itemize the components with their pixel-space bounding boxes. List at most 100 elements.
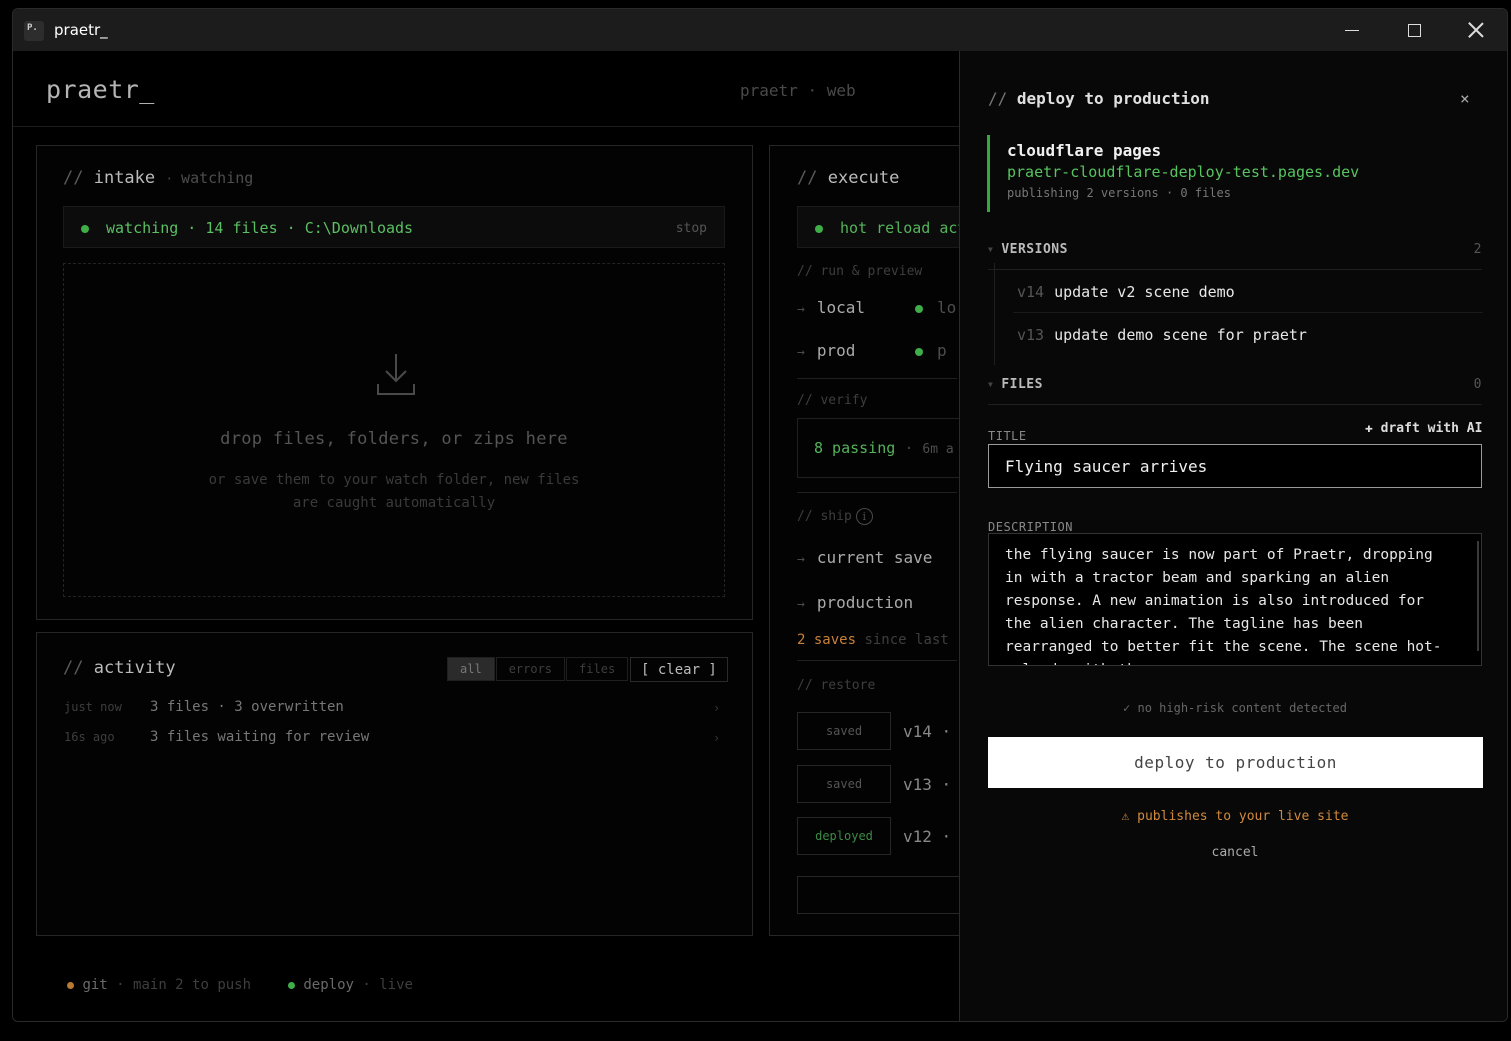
deploy-label: deploy [303,977,354,993]
drop-zone-hint-line: are caught automatically [292,495,496,511]
cancel-button[interactable]: cancel [960,845,1507,860]
run-local-button[interactable]: → local lo [797,298,956,317]
versions-list: v14 update v2 scene demo v13 update demo s… [994,263,1483,365]
live-site-warning: ⚠ publishes to your live site [1121,809,1349,824]
status-dot-icon [815,224,823,233]
risk-check-status: ✓ no high-risk content detected [1123,701,1347,715]
environment-name: web [826,81,856,100]
run-prod-button[interactable]: → prod p [797,341,947,360]
title-label: TITLE [988,429,1027,443]
watch-path: C:\Downloads [304,219,414,237]
status-dot-icon [915,347,923,356]
watch-file-count: 14 files [205,219,278,237]
files-label: FILES [1001,377,1043,392]
restore-status-badge[interactable]: saved [797,712,891,750]
deploy-panel-title-text: deploy to production [1016,89,1210,108]
divider [1013,312,1483,313]
version-item[interactable]: v13 update demo scene for praetr [1017,326,1307,344]
target-url[interactable]: praetr-cloudflare-deploy-test.pages.dev [1007,163,1484,181]
chevron-right-icon: › [713,731,721,745]
versions-label: VERSIONS [1001,242,1068,257]
git-info: main 2 to push [133,977,252,993]
drop-zone[interactable]: drop files, folders, or zips here or sav… [63,263,725,597]
logo: praetr_ [46,75,155,104]
versions-section-toggle[interactable]: ▼ VERSIONS 2 [988,242,1482,264]
saves-count: 2 saves [797,632,857,648]
files-section-toggle[interactable]: ▼ FILES 0 [988,377,1482,399]
filter-all[interactable]: all [447,657,495,681]
chevron-down-icon: ▼ [988,380,994,389]
ship-label-text: // ship [797,509,852,524]
drop-zone-title: drop files, folders, or zips here [220,429,568,449]
watch-status-bar: watching · 14 files · C:\Downloads stop [63,206,725,248]
arrow-right-icon: → [797,552,805,567]
run-prod-label: prod [816,341,856,360]
status-footer: git · main 2 to push deploy · live [67,977,413,993]
activity-text: 3 files · 3 overwritten [150,699,344,715]
title-input[interactable] [988,444,1482,488]
local-status: lo [937,298,957,317]
restore-version-number: v12 [903,827,932,846]
description-textarea[interactable]: the flying saucer is now part of Praetr,… [988,533,1482,666]
tests-status[interactable]: 8 passing · 6m a [797,418,959,478]
main-area: praetr_ praetr · web // intake · watchin… [13,51,959,1021]
separator: · [807,81,827,100]
description-label: DESCRIPTION [988,520,1073,534]
divider [797,378,957,379]
close-window-button[interactable] [1445,9,1507,51]
ship-label: // ship i [797,508,873,525]
intake-panel: // intake · watching watching · 14 files… [36,145,753,620]
run-preview-label: // run & preview [797,264,923,279]
verify-label: // verify [797,393,868,408]
activity-row[interactable]: just now 3 files · 3 overwritten [64,699,344,715]
close-panel-button[interactable]: × [1460,89,1470,108]
tests-passing: 8 passing [814,439,896,457]
maximize-icon [1407,23,1421,37]
info-icon[interactable]: i [855,508,873,525]
restore-version: v13 · [903,775,952,794]
chevron-down-icon: ▼ [988,245,994,254]
production-label: production [816,593,914,612]
arrow-right-icon: → [797,597,805,612]
version-item[interactable]: v14 update v2 scene demo [1017,283,1235,301]
activity-row[interactable]: 16s ago 3 files waiting for review [64,729,369,745]
restore-status-badge[interactable]: saved [797,765,891,803]
stop-watching-button[interactable]: stop [676,221,707,236]
maximize-button[interactable] [1383,9,1445,51]
version-number: v14 [1017,283,1045,301]
title-bar: P. praetr_ [13,9,1507,51]
target-name: cloudflare pages [1007,141,1162,160]
activity-panel: // activity all errors files [ clear ] j… [36,632,753,936]
activity-title-text: activity [93,658,176,678]
current-save-label: current save [816,548,933,567]
restore-more-button[interactable] [797,876,959,914]
restore-version-number: v13 [903,775,932,794]
minimize-button[interactable] [1321,9,1383,51]
clear-activity-button[interactable]: [ clear ] [630,657,728,682]
close-icon [1468,22,1484,38]
project-name: praetr [740,81,798,100]
version-message: update v2 scene demo [1054,283,1235,301]
filter-errors[interactable]: errors [495,657,566,681]
git-label: git [82,977,108,993]
watch-state: watching [106,219,179,237]
restore-status-badge[interactable]: deployed [797,817,891,855]
description-scrollbar[interactable] [1477,541,1479,651]
activity-text: 3 files waiting for review [150,729,370,745]
deploy-panel-title: // deploy to production [988,89,1210,108]
tests-time: 6m a [922,442,954,457]
deploy-to-production-button[interactable]: deploy to production [988,737,1483,788]
restore-version-number: v14 [903,722,932,741]
hot-reload-text: hot reload act [840,219,959,237]
divider [797,492,957,493]
app-icon: P. [24,21,44,41]
filter-files[interactable]: files [566,657,629,681]
download-icon [377,354,415,395]
status-dot-icon [915,304,923,313]
ship-production-button[interactable]: → production [797,593,913,612]
ship-current-save-button[interactable]: → current save [797,548,932,567]
minimize-icon [1345,29,1359,31]
draft-with-ai-button[interactable]: ✚ draft with AI [1365,421,1482,436]
intake-title-text: intake [93,168,156,188]
git-status-dot-icon [67,981,74,989]
